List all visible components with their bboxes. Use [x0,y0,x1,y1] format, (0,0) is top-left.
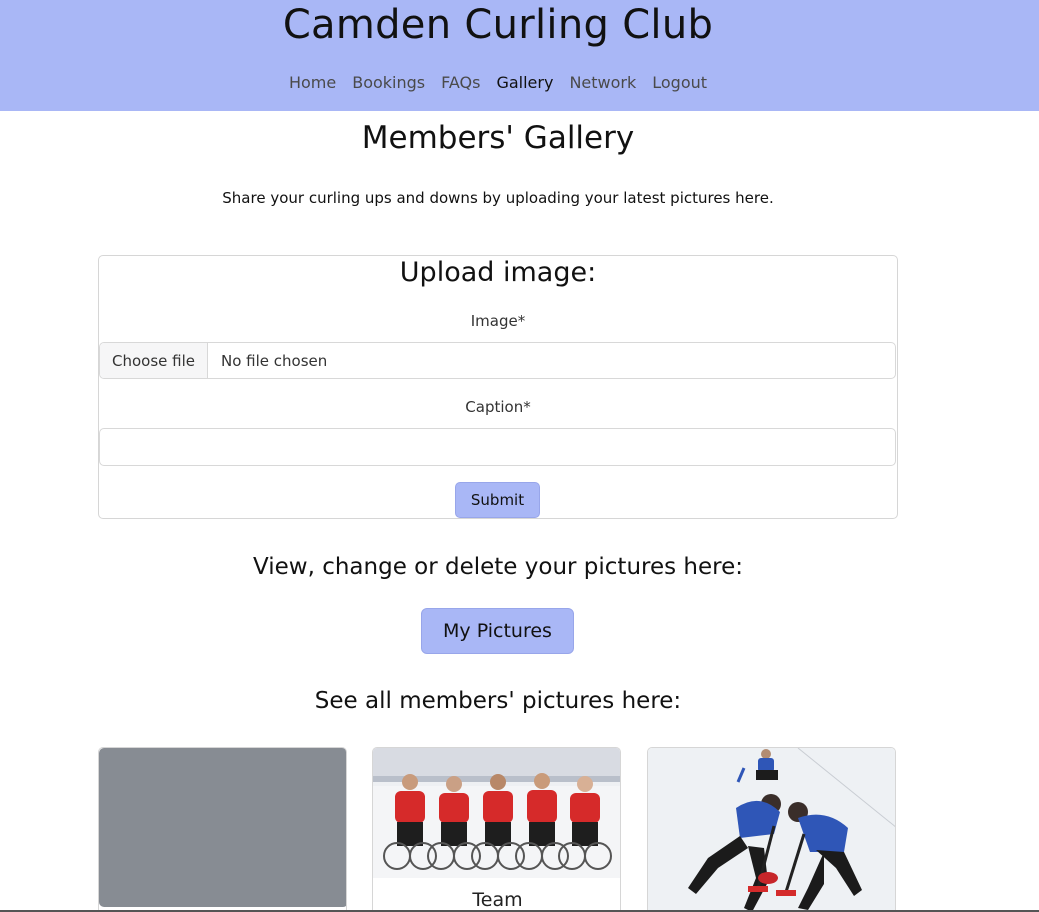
sweepers-photo [648,748,895,912]
main-nav: Home Bookings FAQs Gallery Network Logou… [0,73,996,92]
nav-logout[interactable]: Logout [652,73,707,92]
image-file-input[interactable]: Choose file No file chosen [99,342,896,379]
choose-file-button[interactable]: Choose file [100,343,208,378]
all-pictures-heading: See all members' pictures here: [314,688,682,714]
caption-field-label: Caption* [465,398,531,416]
site-title: Camden Curling Club [282,2,714,48]
upload-form-card: Upload image: Image* Choose file No file… [98,255,898,519]
my-pictures-heading: View, change or delete your pictures her… [253,554,743,580]
nav-home[interactable]: Home [289,73,336,92]
nav-faqs[interactable]: FAQs [441,73,480,92]
caption-input[interactable] [99,428,896,466]
image-field-label: Image* [470,312,526,330]
my-pictures-button[interactable]: My Pictures [421,608,574,654]
card-caption: Team [472,889,523,911]
page-title: Members' Gallery [361,120,635,156]
gallery-card[interactable] [98,747,347,912]
team-photo [373,748,620,878]
gallery-card[interactable]: Team [372,747,621,912]
nav-gallery[interactable]: Gallery [496,73,553,92]
nav-bookings[interactable]: Bookings [352,73,425,92]
file-status-text: No file chosen [221,351,328,370]
upload-form-title: Upload image: [399,257,597,288]
intro-text: Share your curling ups and downs by uplo… [222,189,774,207]
nav-network[interactable]: Network [569,73,636,92]
site-header: Camden Curling Club Home Bookings FAQs G… [0,0,1039,111]
gallery-card[interactable] [647,747,896,912]
submit-button[interactable]: Submit [455,482,540,518]
image-placeholder [99,748,346,907]
page: Camden Curling Club Home Bookings FAQs G… [0,0,1039,912]
